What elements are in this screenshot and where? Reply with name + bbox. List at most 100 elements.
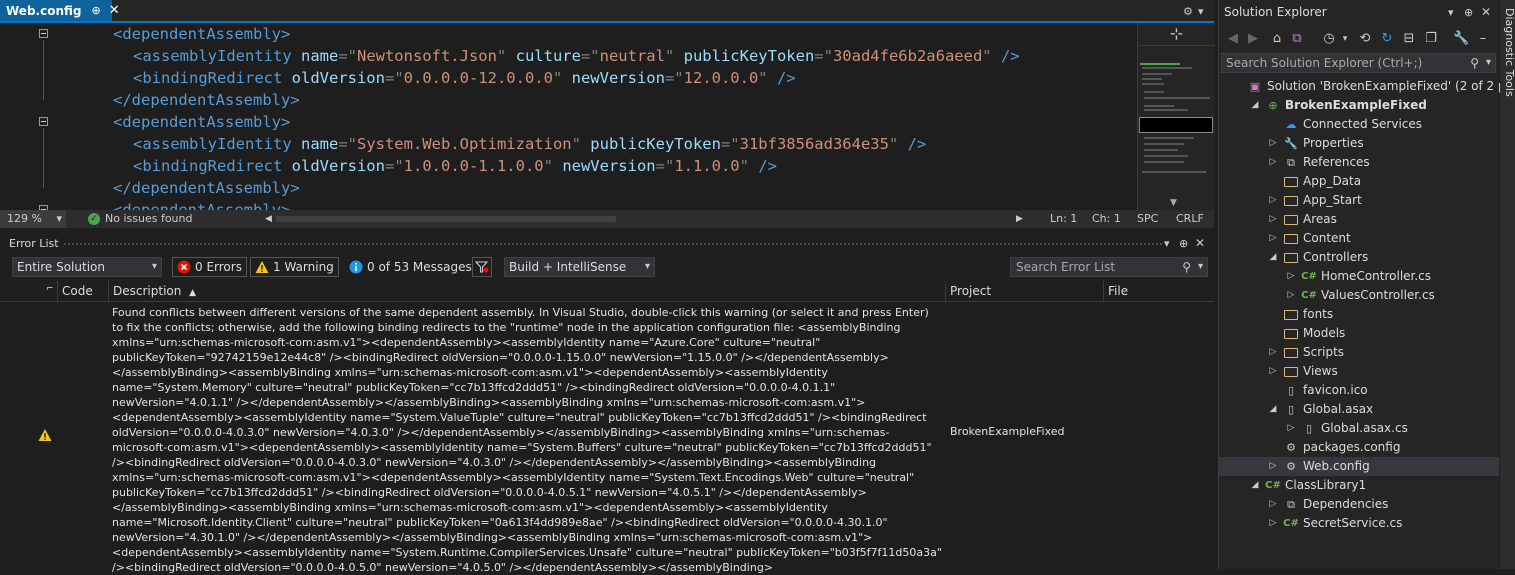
pending-changes-filter-icon[interactable]: ◷: [1321, 31, 1337, 47]
code-line[interactable]: <bindingRedirect oldVersion="0.0.0.0-12.…: [133, 67, 796, 89]
tree-item[interactable]: ▯ favicon.ico: [1219, 381, 1499, 400]
chevron-down-icon[interactable]: ▾: [1337, 31, 1353, 47]
tree-item[interactable]: ◢ Controllers: [1219, 248, 1499, 267]
error-project[interactable]: BrokenExampleFixed: [950, 425, 1065, 438]
minimap-viewport[interactable]: [1139, 117, 1213, 133]
tree-item[interactable]: ▷ 🔧 Properties: [1219, 134, 1499, 153]
code-line[interactable]: <bindingRedirect oldVersion="1.0.0.0-1.1…: [133, 155, 777, 177]
tree-item[interactable]: ▷ ⧉ Dependencies: [1219, 495, 1499, 514]
code-line[interactable]: <assemblyIdentity name="Newtonsoft.Json"…: [133, 45, 1020, 67]
close-tab-button[interactable]: ✕: [109, 3, 120, 18]
build-source-dropdown[interactable]: Build + IntelliSense: [504, 257, 655, 277]
tree-item[interactable]: ▣ Solution 'BrokenExampleFixed' (2 of 2 p…: [1219, 77, 1515, 96]
severity-column-header[interactable]: ⌐: [30, 281, 54, 301]
error-description[interactable]: Found conflicts between different versio…: [112, 305, 942, 575]
forward-icon[interactable]: ▶: [1245, 31, 1261, 47]
collapsed-arrow-icon[interactable]: ▷: [1268, 134, 1278, 153]
tree-item[interactable]: Models: [1219, 324, 1499, 343]
collapsed-arrow-icon[interactable]: ▷: [1268, 362, 1278, 381]
tree-item[interactable]: ◢ ⊕ BrokenExampleFixed: [1219, 96, 1499, 115]
code-column-header[interactable]: Code: [57, 281, 108, 301]
collapsed-arrow-icon[interactable]: ▷: [1268, 343, 1278, 362]
code-line[interactable]: <dependentAssembly>: [113, 111, 290, 133]
pin-icon[interactable]: ⊕: [1179, 237, 1188, 250]
collapsed-arrow-icon[interactable]: ▷: [1286, 286, 1296, 305]
filter-button[interactable]: [472, 257, 492, 277]
tree-item[interactable]: App_Data: [1219, 172, 1499, 191]
collapsed-arrow-icon[interactable]: ▷: [1286, 267, 1296, 286]
collapsed-arrow-icon[interactable]: ▷: [1268, 495, 1278, 514]
code-line[interactable]: </dependentAssembly>: [113, 89, 300, 111]
collapsed-arrow-icon[interactable]: ▷: [1268, 210, 1278, 229]
drag-grip[interactable]: [64, 243, 1162, 247]
code-line[interactable]: <assemblyIdentity name="System.Web.Optim…: [133, 133, 926, 155]
code-editor[interactable]: <dependentAssembly> <assemblyIdentity nam…: [0, 23, 1137, 210]
file-column-header[interactable]: File: [1103, 281, 1216, 301]
collapsed-arrow-icon[interactable]: ▷: [1268, 191, 1278, 210]
messages-filter-button[interactable]: 0 of 53 Messages: [344, 257, 477, 277]
scope-dropdown[interactable]: Entire Solution: [12, 257, 162, 277]
window-position-dropdown-icon[interactable]: ▾: [1448, 6, 1454, 19]
close-icon[interactable]: ✕: [1481, 5, 1491, 19]
expanded-arrow-icon[interactable]: ◢: [1268, 248, 1278, 267]
collapsed-arrow-icon[interactable]: ▷: [1268, 153, 1278, 172]
window-position-dropdown-icon[interactable]: ▾: [1164, 237, 1170, 250]
tree-item[interactable]: ▷ Scripts: [1219, 343, 1499, 362]
show-all-files-icon[interactable]: ❐: [1423, 31, 1439, 47]
description-column-header[interactable]: Description ▲: [108, 281, 947, 301]
solution-explorer-search-input[interactable]: Search Solution Explorer (Ctrl+;) ⚲ ▾: [1221, 53, 1496, 73]
tree-item[interactable]: ▷ App_Start: [1219, 191, 1499, 210]
zoom-dropdown[interactable]: 129 % ▾: [0, 210, 66, 228]
tree-item[interactable]: ⚙ packages.config: [1219, 438, 1499, 457]
errors-filter-button[interactable]: 0 Errors: [172, 257, 247, 277]
expanded-arrow-icon[interactable]: ◢: [1250, 96, 1260, 115]
tab-web-config[interactable]: Web.config ⊕ ✕: [0, 0, 120, 21]
collapse-region-icon[interactable]: [39, 117, 48, 126]
properties-wrench-icon[interactable]: 🔧: [1453, 31, 1469, 47]
close-icon[interactable]: ✕: [1195, 236, 1205, 250]
tree-item[interactable]: ▷ ⧉ References: [1219, 153, 1499, 172]
scrollbar-thumb[interactable]: [276, 216, 616, 222]
horizontal-scrollbar[interactable]: [262, 213, 1026, 225]
filter-icon[interactable]: ⌐: [46, 279, 54, 299]
switch-views-icon[interactable]: ⧉: [1289, 31, 1305, 47]
tree-item[interactable]: ◢ ▯ Global.asax: [1219, 400, 1499, 419]
code-line[interactable]: <dependentAssembly>: [113, 199, 290, 210]
issues-status[interactable]: No issues found: [105, 210, 192, 228]
tab-list-dropdown-icon[interactable]: ▾: [1198, 5, 1204, 18]
sync-icon[interactable]: ⟲: [1357, 31, 1373, 47]
table-row[interactable]: Found conflicts between different versio…: [0, 302, 1214, 574]
settings-gear-icon[interactable]: ⚙: [1183, 5, 1193, 18]
code-line[interactable]: <dependentAssembly>: [113, 23, 290, 45]
tree-item[interactable]: ▷ ▯ Global.asax.cs: [1219, 419, 1499, 438]
column-number[interactable]: Ch: 1: [1092, 210, 1121, 228]
collapsed-arrow-icon[interactable]: ▷: [1268, 457, 1278, 476]
error-list-search-input[interactable]: Search Error List ⚲ ▾: [1010, 257, 1208, 277]
collapsed-arrow-icon[interactable]: ▷: [1286, 419, 1296, 438]
warnings-filter-button[interactable]: 1 Warning: [250, 257, 339, 277]
collapsed-arrow-icon[interactable]: ▷: [1268, 229, 1278, 248]
tree-item[interactable]: ◢ C# ClassLibrary1: [1219, 476, 1499, 495]
code-line[interactable]: </dependentAssembly>: [113, 177, 300, 199]
expanded-arrow-icon[interactable]: ◢: [1268, 400, 1278, 419]
more-options-icon[interactable]: –: [1475, 31, 1491, 47]
tree-item[interactable]: ▷ C# HomeController.cs: [1219, 267, 1499, 286]
panel-splitter[interactable]: [0, 228, 1214, 236]
back-icon[interactable]: ◀: [1225, 31, 1241, 47]
tree-item[interactable]: ☁ Connected Services: [1219, 115, 1499, 134]
tree-item[interactable]: ▷ Areas: [1219, 210, 1499, 229]
tree-item[interactable]: ▷ ⚙ Web.config: [1219, 457, 1499, 476]
pin-icon[interactable]: ⊕: [91, 4, 100, 17]
collapse-all-icon[interactable]: ⊟: [1401, 31, 1417, 47]
line-number[interactable]: Ln: 1: [1050, 210, 1077, 228]
whitespace-mode[interactable]: SPC: [1137, 210, 1158, 228]
tree-item[interactable]: ▷ C# SecretService.cs: [1219, 514, 1499, 533]
collapsed-arrow-icon[interactable]: ▷: [1268, 514, 1278, 533]
project-column-header[interactable]: Project: [945, 281, 1106, 301]
scroll-down-icon[interactable]: ▼: [1170, 198, 1177, 208]
line-ending-mode[interactable]: CRLF: [1176, 210, 1204, 228]
tree-item[interactable]: ▷ C# ValuesController.cs: [1219, 286, 1499, 305]
collapse-region-icon[interactable]: [39, 29, 48, 38]
tree-item[interactable]: fonts: [1219, 305, 1499, 324]
home-icon[interactable]: ⌂: [1269, 31, 1285, 47]
